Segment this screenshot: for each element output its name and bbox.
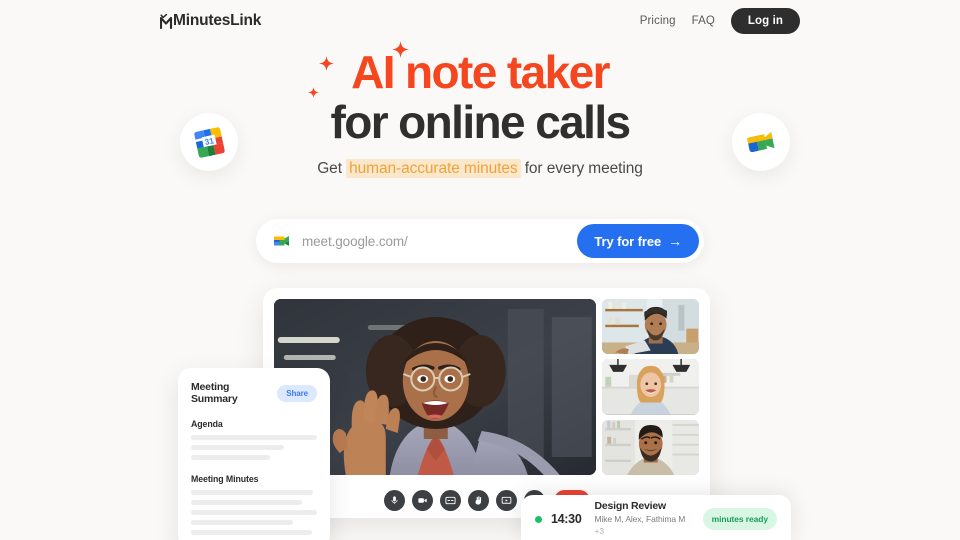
nav-link-faq[interactable]: FAQ bbox=[692, 15, 715, 27]
headline-line-1: AI note taker bbox=[308, 41, 629, 98]
minutes-skeleton-lines bbox=[191, 490, 317, 540]
subtitle-before: Get bbox=[317, 160, 347, 178]
logo[interactable]: MinutesLink bbox=[160, 13, 261, 29]
minutes-ready-badge: minutes ready bbox=[702, 508, 777, 530]
minuteslink-checkmark-m-logo-icon bbox=[160, 13, 173, 29]
search-input[interactable] bbox=[302, 233, 578, 249]
primary-nav: Pricing FAQ Log in bbox=[640, 8, 800, 34]
sparkle-icon bbox=[319, 56, 335, 71]
skeleton-line bbox=[191, 445, 285, 450]
google-meet-icon bbox=[272, 231, 292, 251]
camera-icon[interactable] bbox=[411, 489, 433, 511]
try-for-free-button[interactable]: Try for free → bbox=[577, 224, 699, 258]
login-button[interactable]: Log in bbox=[730, 8, 800, 34]
summary-title: Meeting Summary bbox=[191, 381, 238, 405]
subtitle-after: for every meeting bbox=[520, 160, 643, 178]
sparkle-icon bbox=[392, 41, 410, 58]
summary-header: Meeting Summary Share bbox=[191, 381, 317, 405]
participant-thumbnail[interactable] bbox=[601, 359, 699, 415]
nav-link-pricing[interactable]: Pricing bbox=[640, 15, 676, 27]
headline-line-1-text: AI note taker bbox=[351, 46, 610, 98]
hero-section: AI note taker for online calls Get human… bbox=[0, 41, 960, 179]
arrow-right-icon: → bbox=[668, 233, 682, 249]
skeleton-line bbox=[191, 500, 302, 505]
skeleton-line bbox=[191, 520, 294, 525]
participant-thumbnail[interactable] bbox=[601, 299, 699, 355]
share-button[interactable]: Share bbox=[277, 384, 317, 402]
svg-text:31: 31 bbox=[203, 136, 214, 147]
page-title: AI note taker for online calls bbox=[308, 41, 631, 148]
skeleton-line bbox=[191, 530, 312, 535]
headline-line-2: for online calls bbox=[330, 95, 631, 148]
captions-icon[interactable] bbox=[439, 489, 461, 511]
participant-thumbnail[interactable] bbox=[601, 419, 699, 475]
minutes-section-title: Meeting Minutes bbox=[191, 474, 259, 484]
logo-text: MinutesLink bbox=[173, 12, 262, 30]
raise-hand-icon[interactable] bbox=[467, 489, 489, 511]
meeting-title: Design Review bbox=[594, 500, 666, 513]
meeting-info: Design Review Mike M, Alex, Fathima M +3 bbox=[594, 500, 693, 538]
landing-page: MinutesLink Pricing FAQ Log in AI note t… bbox=[0, 0, 960, 540]
agenda-section-title: Agenda bbox=[191, 419, 223, 429]
google-calendar-bubble: 31 bbox=[180, 113, 238, 171]
present-screen-icon[interactable] bbox=[495, 489, 517, 511]
skeleton-line bbox=[191, 490, 314, 495]
participant-thumbnails bbox=[601, 299, 699, 475]
site-header: MinutesLink Pricing FAQ Log in bbox=[0, 0, 960, 42]
skeleton-line bbox=[191, 510, 317, 515]
status-badge bbox=[535, 515, 542, 523]
agenda-skeleton-lines bbox=[191, 435, 317, 460]
participants-overflow: +3 bbox=[594, 526, 604, 537]
meeting-participants: Mike M, Alex, Fathima M +3 bbox=[594, 514, 693, 538]
mic-icon[interactable] bbox=[383, 489, 405, 511]
video-grid bbox=[274, 299, 699, 475]
meeting-time: 14:30 bbox=[551, 512, 582, 526]
sparkle-icon bbox=[308, 87, 320, 98]
meeting-summary-card: Meeting Summary Share Agenda Meeting Min… bbox=[178, 368, 330, 540]
google-meet-bubble bbox=[732, 113, 790, 171]
meeting-link-bar: Try for free → bbox=[256, 219, 704, 263]
google-calendar-icon: 31 bbox=[193, 126, 226, 159]
subtitle-highlight: human-accurate minutes bbox=[346, 159, 521, 179]
meeting-row-card[interactable]: 14:30 Design Review Mike M, Alex, Fathim… bbox=[521, 495, 791, 540]
skeleton-line bbox=[191, 435, 317, 440]
google-meet-icon bbox=[745, 126, 778, 159]
participants-names: Mike M, Alex, Fathima M bbox=[594, 514, 686, 525]
skeleton-line bbox=[191, 455, 271, 460]
try-for-free-label: Try for free bbox=[594, 233, 662, 249]
video-call-card bbox=[263, 288, 710, 518]
hero-subtitle: Get human-accurate minutes for every mee… bbox=[0, 159, 960, 179]
